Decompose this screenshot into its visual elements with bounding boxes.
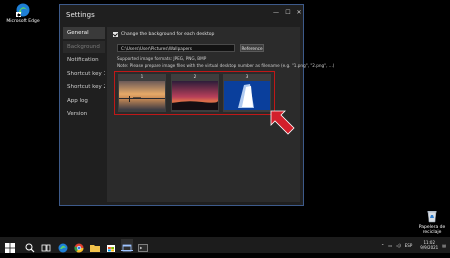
system-tray: ⌃ ▭ ◁) ESP 11:02 9/9/2021 ▤: [377, 237, 446, 253]
sunset-lake-wallpaper: [119, 81, 165, 110]
window-title: Settings: [66, 11, 95, 19]
sidebar-item-general[interactable]: General: [63, 27, 105, 39]
change-background-option[interactable]: Change the background for each desktop: [113, 32, 214, 37]
taskbar-terminal[interactable]: [137, 239, 149, 252]
taskbar-store[interactable]: [105, 239, 117, 252]
sidebar-item-notification[interactable]: Notification: [63, 54, 105, 66]
taskbar: ⌃ ▭ ◁) ESP 11:02 9/9/2021 ▤: [0, 237, 450, 253]
desktop-2-thumbnail[interactable]: 2: [171, 74, 219, 112]
windows-blue-wallpaper: [224, 81, 270, 110]
clock[interactable]: 11:02 9/9/2021: [416, 240, 438, 250]
clock-date: 9/9/2021: [420, 245, 439, 250]
desktop-number: 1: [140, 74, 144, 79]
close-button[interactable]: ✕: [293, 8, 305, 18]
task-view-button[interactable]: [40, 239, 52, 252]
desktop-1-thumbnail[interactable]: 1: [118, 74, 166, 112]
desktop-3-thumbnail[interactable]: 3: [223, 74, 271, 112]
chrome-icon: [74, 243, 84, 253]
sidebar-item-version[interactable]: Version: [63, 108, 105, 120]
notifications-icon[interactable]: ▤: [442, 243, 446, 248]
start-button[interactable]: [4, 239, 16, 253]
folder-icon: [90, 245, 100, 252]
pointer-arrow-icon: [270, 110, 295, 135]
store-icon: [107, 245, 115, 252]
change-background-checkbox[interactable]: [113, 32, 118, 37]
taskbar-edge[interactable]: [57, 239, 69, 253]
title-bar[interactable]: Settings — ☐ ✕: [60, 5, 303, 25]
desktop-number: 3: [245, 74, 249, 79]
wallpaper-thumbnails: 1 2 3: [114, 71, 275, 115]
desktop-number: 2: [193, 74, 197, 79]
minimize-button[interactable]: —: [270, 8, 282, 18]
sidebar-item-shortcut-key-2[interactable]: Shortcut key 2: [63, 81, 105, 93]
search-button[interactable]: [24, 239, 36, 253]
taskbar-settings-app[interactable]: [121, 239, 133, 252]
edge-icon: [16, 3, 30, 17]
search-icon: [25, 243, 35, 253]
chevron-up-icon[interactable]: ⌃: [381, 243, 384, 248]
task-view-icon: [41, 244, 51, 252]
wallpaper-folder-input[interactable]: [117, 44, 235, 52]
filename-instructions-note: Note: Please prepare image files with th…: [117, 63, 335, 68]
edge-icon: [58, 243, 68, 253]
language-indicator[interactable]: ESP: [405, 243, 412, 248]
terminal-icon: [138, 244, 148, 252]
recycle-bin-icon: [427, 211, 437, 223]
taskbar-chrome[interactable]: [73, 239, 85, 253]
settings-window: Settings — ☐ ✕ General Background Notifi…: [59, 4, 334, 206]
edge-shortcut-label: Microsoft Edge: [6, 19, 40, 24]
wallpaper-folder-row: Reference: [117, 44, 264, 52]
network-icon[interactable]: ▭: [388, 243, 392, 248]
supported-formats-note: Supported image formats: JPEG, PNG, BMP: [117, 56, 207, 61]
sidebar-item-app-log[interactable]: App log: [63, 95, 105, 107]
windows-logo-icon: [5, 243, 15, 253]
settings-sidebar: General Background Notification Shortcut…: [63, 27, 105, 122]
sidebar-item-background[interactable]: Background: [63, 40, 105, 53]
taskbar-explorer[interactable]: [89, 239, 101, 252]
app-window-icon: [122, 244, 132, 252]
dusk-horizon-wallpaper: [172, 81, 218, 110]
volume-icon[interactable]: ◁): [396, 243, 401, 248]
sidebar-item-shortcut-key-1[interactable]: Shortcut key 1: [63, 68, 105, 80]
reference-button[interactable]: Reference: [240, 44, 264, 52]
edge-desktop-shortcut[interactable]: Microsoft Edge: [3, 3, 43, 24]
recycle-bin-label: Papelera de reciclaje: [418, 225, 446, 235]
recycle-bin-shortcut[interactable]: Papelera de reciclaje: [412, 209, 450, 235]
change-background-label: Change the background for each desktop: [121, 32, 215, 37]
